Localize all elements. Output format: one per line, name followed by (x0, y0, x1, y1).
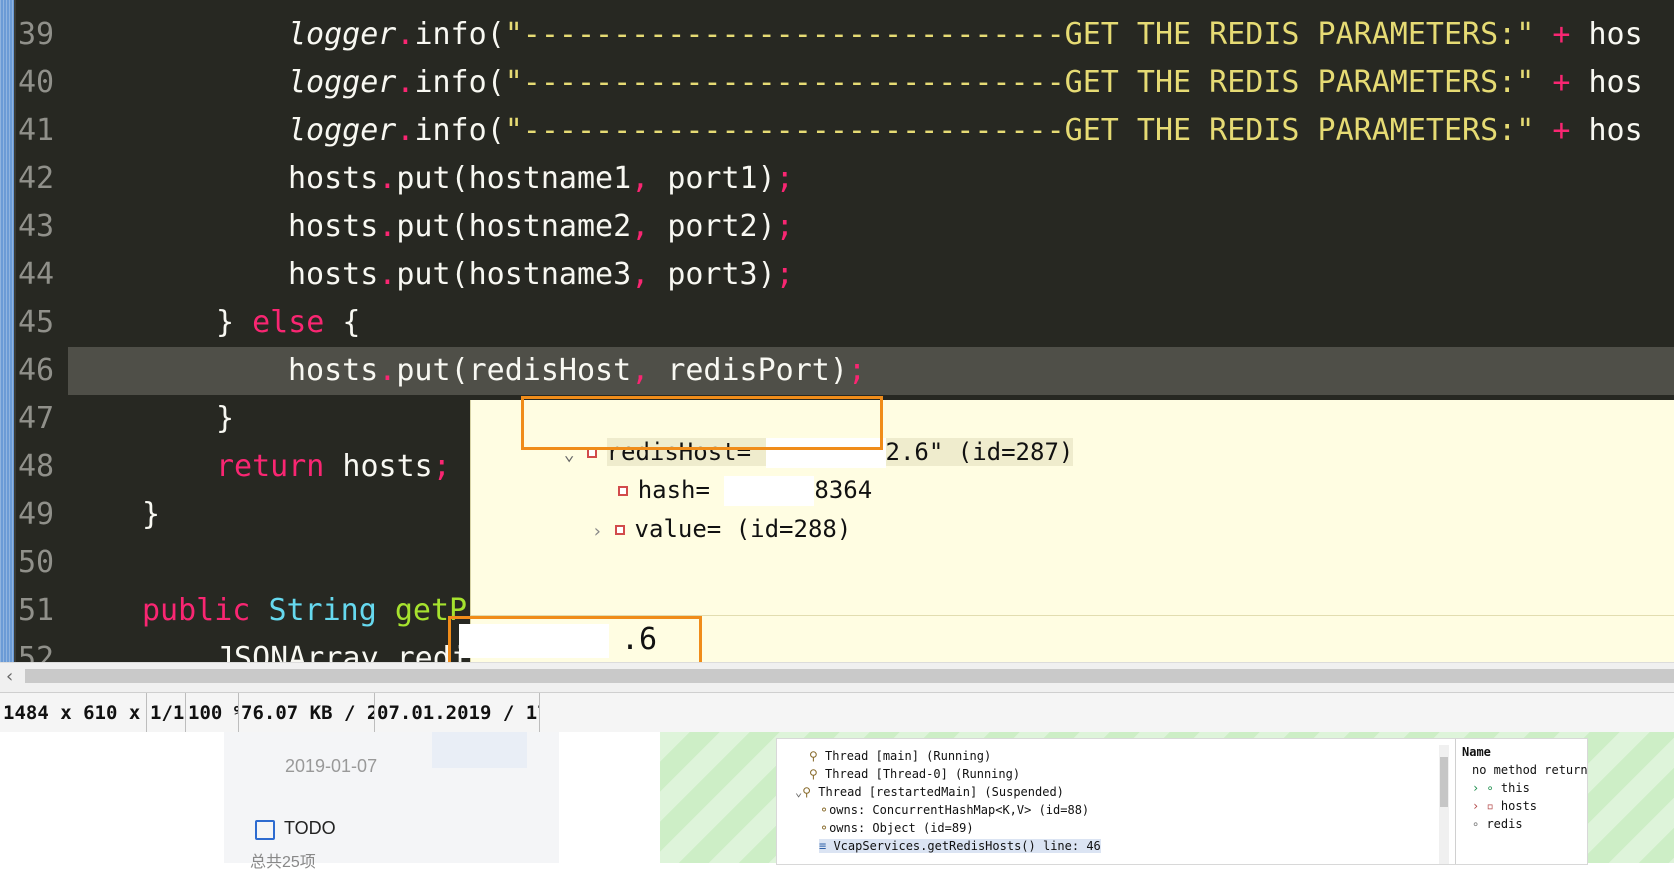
scrollbar-thumb[interactable] (1440, 757, 1448, 807)
background-thumbnail (432, 732, 527, 768)
hover-value-row[interactable]: › value= (id=288) (505, 487, 852, 571)
highlight-box (521, 396, 883, 450)
code-text: hosts.put(redisHost, redisPort); (288, 353, 866, 388)
line-number: 45 (18, 305, 55, 340)
status-dimensions: 1484 x 610 x 2 (0, 693, 147, 733)
line-number: 41 (18, 113, 55, 148)
code-text: } (142, 497, 161, 532)
code-editor[interactable]: 39 logger.info("-------------------------… (0, 0, 1674, 662)
code-text: hosts.put(hostname1, port1); (288, 161, 794, 196)
line-number: 46 (18, 353, 55, 388)
status-date: 07.01.2019 / 17 (374, 693, 540, 733)
code-line[interactable]: 40 logger.info("-------------------------… (0, 59, 1674, 107)
code-line[interactable]: 39 logger.info("-------------------------… (0, 11, 1674, 59)
background-total: 总共25项 (250, 854, 316, 871)
code-text: hosts.put(hostname2, port2); (288, 209, 794, 244)
status-filesize: 76.07 KB / 2. (238, 693, 375, 733)
line-number: 39 (18, 17, 55, 52)
code-text: } else { (216, 305, 361, 340)
debug-scrollbar[interactable] (1439, 745, 1449, 864)
variable-row[interactable]: no method return (1472, 763, 1588, 777)
scrollbar-thumb[interactable] (25, 669, 1674, 683)
code-line[interactable]: 46 hosts.put(redisHost, redisPort); (18, 347, 1674, 395)
hover-root-id: (id=287) (957, 438, 1074, 466)
chevron-left-icon[interactable]: ‹ (6, 666, 13, 687)
background-window: 2019-01-07 TODO 总共25项 ⚲ Thread [main] (R… (0, 732, 1674, 871)
code-text: logger.info("---------------------------… (288, 113, 1643, 148)
monitor-icon: ⚬ (819, 821, 830, 835)
monitor-row[interactable]: ⚬owns: ConcurrentHashMap<K,V> (id=88) (819, 803, 1089, 817)
status-pages: 1/1 (147, 693, 186, 733)
variable-row[interactable]: › ▫ hosts (1472, 799, 1537, 813)
code-text: } (216, 401, 235, 436)
final-field-icon (614, 525, 625, 535)
thread-icon: ⚲ (802, 785, 819, 799)
thread-row[interactable]: ⚲ Thread [main] (Running) (809, 749, 991, 763)
line-number: 44 (18, 257, 55, 292)
horizontal-scrollbar[interactable]: ‹ (0, 662, 1674, 693)
code-line[interactable]: 44 hosts.put(hostname3, port3); (0, 251, 1674, 299)
highlight-box (448, 616, 702, 662)
code-text: return hosts; (216, 449, 451, 484)
thread-icon: ⚲ (809, 767, 826, 781)
chevron-right-icon[interactable]: › (592, 521, 603, 542)
hover-value-label: value= (id=288) (634, 515, 852, 543)
status-zoom: 100 % (185, 693, 239, 733)
background-todo[interactable]: TODO (284, 818, 336, 839)
code-text: JSONArray redi (216, 641, 469, 662)
code-line[interactable]: 41 logger.info("-------------------------… (0, 107, 1674, 155)
thread-row[interactable]: ⌄⚲ Thread [restartedMain] (Suspended) (795, 785, 1064, 799)
debug-panel: ⚲ Thread [main] (Running) ⚲ Thread [Thre… (776, 738, 1588, 865)
thread-icon: ⚲ (809, 749, 826, 763)
stack-frame-icon: ≡ (819, 839, 834, 853)
stack-frame-row[interactable]: ≡ VcapServices.getRedisHosts() line: 46 (819, 839, 1101, 853)
line-number: 42 (18, 161, 55, 196)
code-line[interactable]: 45 } else { (0, 299, 1674, 347)
background-date: 2019-01-07 (285, 756, 378, 776)
variables-header: Name (1462, 745, 1491, 759)
line-number: 48 (18, 449, 55, 484)
status-bar: 1484 x 610 x 2 1/1 100 % 76.07 KB / 2. 0… (0, 692, 1674, 734)
code-line[interactable]: 43 hosts.put(hostname2, port2); (0, 203, 1674, 251)
line-number: 47 (18, 401, 55, 436)
monitor-row[interactable]: ⚬owns: Object (id=89) (819, 821, 974, 835)
variables-view: Name no method return › ∘ this › ▫ hosts… (1455, 739, 1588, 864)
line-number: 50 (18, 545, 55, 580)
hover-root-value: 2.6" (885, 438, 944, 466)
line-number: 49 (18, 497, 55, 532)
line-number: 43 (18, 209, 55, 244)
code-text: hosts.put(hostname3, port3); (288, 257, 794, 292)
code-line[interactable]: 42 hosts.put(hostname1, port1); (0, 155, 1674, 203)
variable-row[interactable]: ∘ redis (1472, 817, 1523, 831)
code-text: logger.info("---------------------------… (288, 65, 1643, 100)
thread-row[interactable]: ⚲ Thread [Thread-0] (Running) (809, 767, 1020, 781)
variable-row[interactable]: › ∘ this (1472, 781, 1530, 795)
line-number: 40 (18, 65, 55, 100)
line-number: 52 (18, 641, 55, 662)
code-text: logger.info("---------------------------… (288, 17, 1643, 52)
code-text: public String getP (142, 593, 468, 628)
todo-icon (255, 820, 275, 840)
monitor-icon: ⚬ (819, 803, 830, 817)
line-number: 51 (18, 593, 55, 628)
